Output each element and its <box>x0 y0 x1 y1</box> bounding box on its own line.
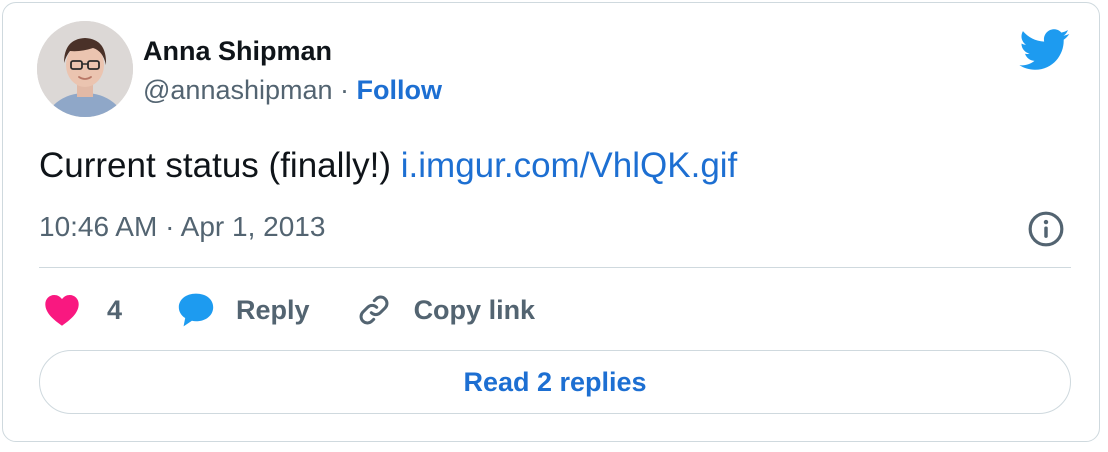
tweet-link[interactable]: i.imgur.com/VhlQK.gif <box>401 146 738 185</box>
author-handle[interactable]: @annashipman <box>143 75 333 105</box>
info-icon[interactable] <box>1027 210 1065 248</box>
twitter-bird-icon[interactable] <box>1019 29 1071 71</box>
reply-label: Reply <box>236 294 310 325</box>
like-button[interactable]: 4 <box>39 293 122 327</box>
read-replies-button[interactable]: Read 2 replies <box>39 350 1071 414</box>
heart-icon <box>45 295 79 326</box>
tweet-body: Current status (finally!) <box>39 146 401 185</box>
copy-link-button[interactable]: Copy link <box>356 292 536 328</box>
divider <box>39 267 1071 268</box>
tweet-text: Current status (finally!) i.imgur.com/Vh… <box>39 146 737 186</box>
reply-button[interactable]: Reply <box>176 292 310 328</box>
speech-bubble-icon <box>178 293 214 327</box>
author-name[interactable]: Anna Shipman <box>143 36 332 67</box>
link-icon <box>359 295 388 325</box>
handle-separator: · <box>340 75 357 105</box>
tweet-timestamp[interactable]: 10:46 AM · Apr 1, 2013 <box>39 211 325 243</box>
avatar-portrait-icon <box>37 21 133 117</box>
copy-link-label: Copy link <box>413 294 536 325</box>
avatar[interactable] <box>37 21 133 117</box>
follow-link[interactable]: Follow <box>357 75 442 105</box>
tweet-actions: 4 Reply Copy link <box>39 287 535 333</box>
like-count: 4 <box>107 294 123 325</box>
handle-row: @annashipman · Follow <box>143 75 442 106</box>
tweet-embed-card: Anna Shipman @annashipman · Follow Curre… <box>2 2 1100 442</box>
